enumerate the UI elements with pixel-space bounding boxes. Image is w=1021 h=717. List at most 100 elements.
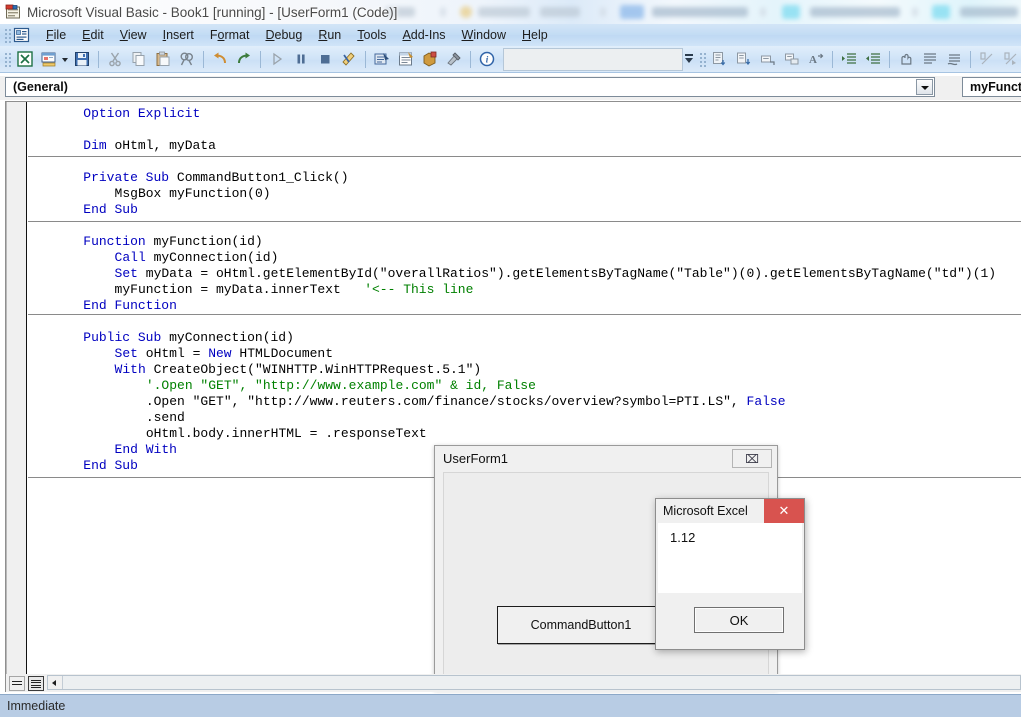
properties-window-icon[interactable]	[395, 48, 417, 70]
insert-userform-icon[interactable]	[38, 48, 60, 70]
bookmark-toggle-icon[interactable]	[976, 48, 998, 70]
save-icon[interactable]	[71, 48, 93, 70]
help-icon[interactable]: i	[476, 48, 498, 70]
code-text: myData = oHtml.getElementById("overallRa…	[145, 266, 997, 281]
code-line: Function myFunction(id)	[83, 234, 262, 250]
scroll-left-arrow-icon[interactable]	[48, 676, 63, 689]
procedure-view-icon[interactable]	[9, 675, 25, 691]
code-text: oHtml =	[145, 346, 209, 361]
ok-button[interactable]: OK	[694, 607, 784, 633]
toggle-breakpoint-icon[interactable]	[895, 48, 917, 70]
object-dropdown[interactable]: (General)	[5, 77, 935, 97]
menu-run-rest: un	[327, 27, 342, 42]
bookmark-next-icon[interactable]	[1000, 48, 1021, 70]
menu-view-accel: V	[119, 27, 128, 42]
horizontal-scrollbar[interactable]	[47, 675, 1021, 690]
immediate-window-bar[interactable]: Immediate	[0, 694, 1021, 717]
code-text: .send	[145, 410, 185, 425]
edit-toolbar-drag-handle[interactable]	[698, 51, 706, 67]
menu-item-debug[interactable]: Debug	[257, 26, 310, 45]
code-keyword: Set	[114, 346, 146, 361]
list-properties-icon[interactable]	[709, 48, 731, 70]
code-keyword: End With	[114, 442, 177, 457]
insert-dropdown-arrow-icon[interactable]	[61, 48, 70, 70]
design-mode-icon[interactable]	[338, 48, 360, 70]
code-keyword: End Sub	[83, 202, 138, 217]
toolbar-separator	[832, 50, 833, 68]
paste-icon[interactable]	[152, 48, 174, 70]
code-keyword: With	[114, 362, 154, 377]
message-box-dialog[interactable]: Microsoft Excel ✕ 1.12 OK	[655, 498, 805, 650]
message-box-title: Microsoft Excel	[663, 504, 748, 518]
full-module-view-icon[interactable]	[28, 675, 44, 691]
code-line: Private Sub CommandButton1_Click()	[83, 170, 348, 186]
menu-help-rest: elp	[531, 27, 548, 42]
message-box-title-bar[interactable]: Microsoft Excel ✕	[656, 499, 804, 523]
menu-item-window[interactable]: Window	[454, 26, 514, 45]
menu-item-addins[interactable]: Add-Ins	[394, 26, 453, 45]
code-text: HTMLDocument	[239, 346, 334, 361]
vb-object-icon[interactable]	[13, 27, 30, 43]
outdent-icon[interactable]	[862, 48, 884, 70]
immediate-window-label: Immediate	[7, 699, 66, 713]
chevron-down-icon[interactable]	[916, 79, 933, 95]
indent-icon[interactable]	[838, 48, 860, 70]
uncomment-block-icon[interactable]	[943, 48, 965, 70]
parameter-info-icon[interactable]	[781, 48, 803, 70]
list-constants-icon[interactable]	[733, 48, 755, 70]
code-line: Set myData = oHtml.getElementById("overa…	[115, 266, 997, 282]
redo-icon[interactable]	[233, 48, 255, 70]
toolbox-icon[interactable]	[443, 48, 465, 70]
comment-block-icon[interactable]	[919, 48, 941, 70]
toolbar-drag-handle[interactable]	[3, 51, 11, 67]
quick-info-icon[interactable]	[757, 48, 779, 70]
run-icon[interactable]	[266, 48, 288, 70]
code-line: End Function	[83, 298, 177, 314]
code-keyword: End Sub	[83, 458, 138, 473]
toolbar-empty-area	[503, 47, 683, 71]
window-title: Microsoft Visual Basic - Book1 [running]…	[27, 4, 398, 20]
cut-icon[interactable]	[104, 48, 126, 70]
code-line: End Sub	[83, 458, 138, 474]
copy-icon[interactable]	[128, 48, 150, 70]
menu-item-view[interactable]: View	[112, 26, 155, 45]
menubar-drag-handle[interactable]	[3, 27, 11, 43]
menu-item-help[interactable]: Help	[514, 26, 556, 45]
userform-title: UserForm1	[443, 450, 509, 466]
menu-item-file[interactable]: File	[38, 26, 74, 45]
menu-edit-rest: dit	[90, 27, 104, 42]
reset-icon[interactable]	[314, 48, 336, 70]
menu-item-run[interactable]: Run	[310, 26, 349, 45]
object-dropdown-value: (General)	[13, 80, 68, 94]
code-margin-indicator-bar[interactable]	[6, 102, 27, 674]
menu-item-tools[interactable]: Tools	[349, 26, 394, 45]
menu-item-edit[interactable]: Edit	[74, 26, 112, 45]
code-line: Dim oHtml, myData	[83, 138, 216, 154]
menu-insert-rest: nsert	[166, 27, 194, 42]
toolbar-separator	[889, 50, 890, 68]
code-line: '.Open "GET", "http://www.example.com" &…	[146, 378, 536, 394]
undo-icon[interactable]	[209, 48, 231, 70]
vb-project-icon	[5, 4, 22, 20]
code-line: .send	[146, 410, 185, 426]
object-browser-icon[interactable]	[419, 48, 441, 70]
userform-title-bar[interactable]: UserForm1	[435, 446, 777, 470]
menu-item-format[interactable]: Format	[202, 26, 258, 45]
menu-item-insert[interactable]: Insert	[155, 26, 202, 45]
command-button-1[interactable]: CommandButton1	[497, 606, 665, 644]
code-line: Option Explicit	[83, 106, 200, 122]
close-icon[interactable]: ✕	[764, 499, 804, 523]
code-keyword: End Function	[83, 298, 177, 313]
code-text: .Open "GET", "http://www.reuters.com/fin…	[145, 394, 747, 409]
code-text: myConnection(id)	[169, 330, 294, 345]
code-keyword: Set	[114, 266, 146, 281]
break-icon[interactable]	[290, 48, 312, 70]
close-icon[interactable]: ⌧	[732, 449, 772, 468]
complete-word-icon[interactable]: A	[805, 48, 827, 70]
find-icon[interactable]	[176, 48, 198, 70]
view-excel-icon[interactable]	[14, 48, 36, 70]
menu-file-accel: F	[46, 27, 54, 42]
project-explorer-icon[interactable]	[371, 48, 393, 70]
toolbar-overflow-button[interactable]	[683, 48, 695, 70]
procedure-dropdown[interactable]: myFunction	[962, 77, 1021, 97]
